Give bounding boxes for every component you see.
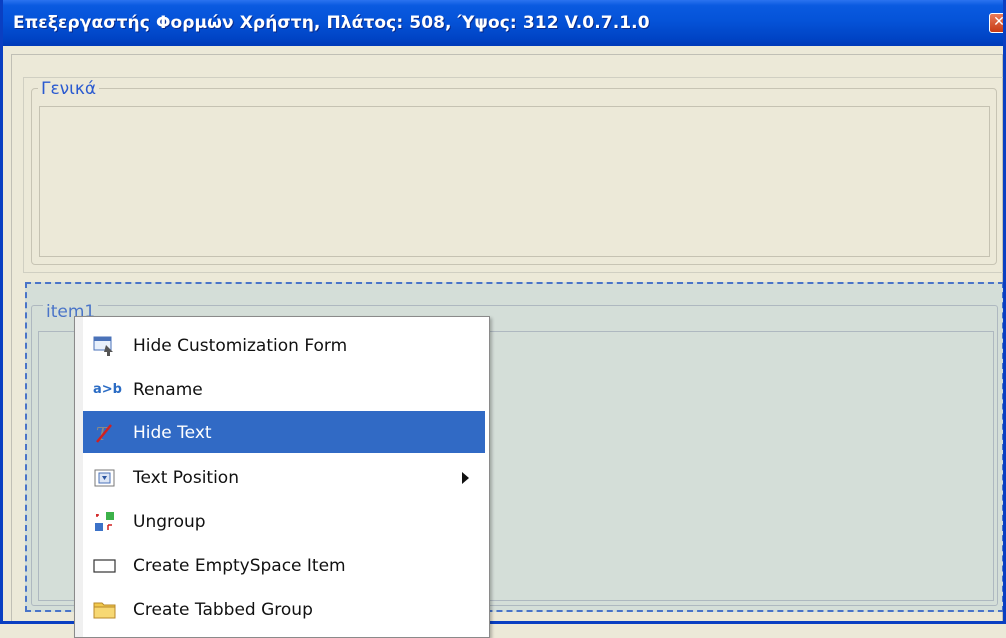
context-menu: Hide Customization Form a>b Rename T Hid… xyxy=(74,316,490,638)
menu-item-label: Hide Customization Form xyxy=(133,336,348,356)
menu-item-label: Create Tabbed Group xyxy=(133,600,313,620)
menu-item-label: Create EmptySpace Item xyxy=(133,556,346,576)
menu-item-rename[interactable]: a>b Rename xyxy=(83,368,485,410)
rename-icon-text: a>b xyxy=(93,382,122,397)
window-title: Επεξεργαστής Φορμών Χρήστη, Πλάτος: 508,… xyxy=(13,13,650,33)
menu-item-label: Ungroup xyxy=(133,512,206,532)
menu-gutter xyxy=(75,317,83,637)
menu-item-hide-customization-form[interactable]: Hide Customization Form xyxy=(83,324,485,366)
group-general-label: Γενικά xyxy=(38,79,100,99)
hide-text-icon: T xyxy=(93,422,117,445)
group-general[interactable]: Γενικά xyxy=(23,77,1003,273)
submenu-arrow-icon xyxy=(462,472,469,484)
title-bar[interactable]: Επεξεργαστής Φορμών Χρήστη, Πλάτος: 508,… xyxy=(3,0,1003,46)
group-general-inner xyxy=(39,106,990,257)
menu-item-label: Hide Text xyxy=(133,423,212,443)
hide-customization-icon xyxy=(93,335,117,357)
close-icon[interactable]: ✕ xyxy=(989,13,1003,33)
menu-item-create-emptyspace-item[interactable]: Create EmptySpace Item xyxy=(83,544,485,586)
ungroup-icon xyxy=(93,511,117,533)
rename-icon: a>b xyxy=(93,379,122,401)
menu-item-label: Text Position xyxy=(133,468,239,488)
menu-item-hide-text[interactable]: T Hide Text xyxy=(83,411,485,453)
menu-item-label: Rename xyxy=(133,380,203,400)
menu-item-ungroup[interactable]: Ungroup xyxy=(83,500,485,542)
menu-item-text-position[interactable]: Text Position xyxy=(83,456,485,498)
folder-icon xyxy=(93,599,117,621)
text-position-icon xyxy=(93,467,117,489)
empty-space-icon xyxy=(93,555,117,577)
